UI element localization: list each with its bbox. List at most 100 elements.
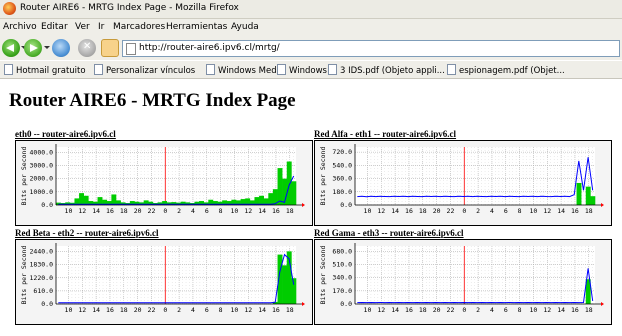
menu-marcadores[interactable]: Marcadores: [113, 22, 165, 32]
graph-frame[interactable]: 10 12 14 16 18 20 22 0 2 4 6 8 10 12 14 16 18 0.0 610.0 122…: [15, 239, 313, 325]
graph-frame[interactable]: 10 12 14 16 18 20 22 0 2 4 6 8 10 12 14 16 18 0.0 180.0 360…: [314, 140, 612, 226]
x-tick-label: 6: [205, 306, 209, 314]
x-tick-label: 12: [244, 306, 252, 314]
x-tick-label: 14: [557, 207, 565, 215]
y-tick-label: 0.0: [340, 201, 352, 209]
x-axis-arrow: [302, 203, 305, 207]
reload-icon[interactable]: [52, 39, 70, 57]
y-tick-label: 0.0: [340, 300, 352, 308]
plot-area: [355, 246, 595, 304]
x-tick-label: 18: [419, 207, 427, 215]
x-tick-label: 2: [476, 207, 480, 215]
bookmark-page-icon: [206, 64, 215, 75]
forward-dropdown-icon[interactable]: [44, 46, 50, 49]
inbound-bar: [259, 195, 264, 205]
bookmark-page-icon: [94, 64, 103, 75]
x-tick-label: 10: [364, 306, 372, 314]
x-tick-label: 14: [391, 207, 399, 215]
x-axis-arrow: [601, 203, 604, 207]
x-tick-label: 20: [433, 207, 441, 215]
menu-herramientas[interactable]: Herramientas: [166, 22, 227, 32]
graph-title-link[interactable]: eth0 -- router-aire6.ipv6.cl: [15, 129, 116, 139]
home-icon[interactable]: [101, 39, 119, 57]
bookmark-item[interactable]: espionagem.pdf (Objet...: [447, 64, 565, 76]
x-tick-label: 18: [419, 306, 427, 314]
x-tick-label: 18: [120, 306, 128, 314]
x-tick-label: 16: [106, 207, 114, 215]
forward-arrow-icon[interactable]: [24, 39, 42, 57]
url-field[interactable]: http://router-aire6.ipv6.cl/mrtg/: [122, 40, 620, 57]
x-tick-label: 8: [219, 306, 223, 314]
x-tick-label: 8: [219, 207, 223, 215]
bookmark-page-icon: [4, 64, 13, 75]
inbound-bar: [83, 195, 89, 205]
x-tick-label: 0: [163, 306, 167, 314]
window-title: Router AIRE6 - MRTG Index Page - Mozilla…: [20, 3, 239, 13]
graph-frame[interactable]: 10 12 14 16 18 20 22 0 2 4 6 8 10 12 14 16 18 0.0 1000.0 20…: [15, 140, 313, 226]
x-tick-label: 14: [557, 306, 565, 314]
x-tick-label: 16: [272, 207, 280, 215]
x-tick-label: 16: [405, 207, 413, 215]
x-tick-label: 22: [148, 207, 156, 215]
plot-area: [56, 246, 296, 304]
x-tick-label: 0: [163, 207, 167, 215]
x-tick-label: 14: [391, 306, 399, 314]
y-axis-label: Bits per Second: [20, 246, 28, 305]
back-arrow-icon[interactable]: [2, 39, 20, 57]
x-tick-label: 12: [377, 306, 385, 314]
inbound-bar: [282, 265, 288, 304]
x-axis-arrow: [601, 302, 604, 306]
y-axis-label: Bits per Second: [20, 147, 28, 206]
inbound-bar: [576, 182, 582, 205]
menu-editar[interactable]: Editar: [41, 22, 68, 32]
menu-ir[interactable]: Ir: [98, 22, 104, 32]
graph-title-link[interactable]: Red Alfa - eth1 -- router-aire6.ipv6.cl: [314, 129, 456, 139]
y-tick-label: 510.0: [332, 261, 352, 269]
bookmark-item[interactable]: Personalizar vínculos: [94, 64, 195, 76]
menu-ayuda[interactable]: Ayuda: [231, 22, 259, 32]
x-tick-label: 0: [462, 207, 466, 215]
bookmark-item[interactable]: 3 IDS.pdf (Objeto appli...: [328, 64, 445, 76]
url-text: http://router-aire6.ipv6.cl/mrtg/: [139, 43, 280, 53]
y-tick-label: 1000.0: [30, 188, 54, 196]
bookmark-item[interactable]: Windows Media: [206, 64, 284, 76]
x-tick-label: 18: [585, 306, 593, 314]
graph-frame[interactable]: 10 12 14 16 18 20 22 0 2 4 6 8 10 12 14 16 18 0.0 170.0 340…: [314, 239, 612, 325]
x-tick-label: 12: [244, 207, 252, 215]
menu-archivo[interactable]: Archivo: [3, 22, 37, 32]
x-tick-label: 10: [65, 207, 73, 215]
x-tick-label: 16: [571, 306, 579, 314]
menu-ver[interactable]: Ver: [75, 22, 90, 32]
y-tick-label: 720.0: [332, 148, 352, 156]
x-tick-label: 14: [92, 207, 100, 215]
firefox-icon: [3, 2, 16, 15]
x-tick-label: 10: [530, 306, 538, 314]
graph-title-link[interactable]: Red Gama - eth3 -- router-aire6.ipv6.cl: [314, 228, 464, 238]
x-tick-label: 8: [518, 306, 522, 314]
x-tick-label: 6: [205, 207, 209, 215]
graph-title-link[interactable]: Red Beta - eth2 -- router-aire6.ipv6.cl: [15, 228, 159, 238]
x-tick-label: 12: [78, 207, 86, 215]
x-tick-label: 14: [92, 306, 100, 314]
x-tick-label: 10: [65, 306, 73, 314]
x-tick-label: 16: [405, 306, 413, 314]
x-tick-label: 4: [490, 207, 494, 215]
inbound-bar: [277, 168, 283, 205]
bookmark-page-icon: [447, 64, 456, 75]
bookmark-item[interactable]: Hotmail gratuito: [4, 64, 86, 76]
traffic-graph: 10 12 14 16 18 20 22 0 2 4 6 8 10 12 14 16 180.0180.0360…: [319, 144, 604, 215]
x-tick-label: 20: [433, 306, 441, 314]
traffic-graph: 10 12 14 16 18 20 22 0 2 4 6 8 10 12 14 16 18 0.0 1000.0 20…: [20, 144, 305, 215]
inbound-bar: [291, 181, 297, 205]
bookmark-item[interactable]: Windows: [277, 64, 327, 76]
y-tick-label: 340.0: [332, 274, 352, 282]
x-tick-label: 4: [191, 207, 195, 215]
page-favicon-icon: [126, 43, 136, 55]
x-tick-label: 6: [504, 306, 508, 314]
x-tick-label: 12: [78, 306, 86, 314]
x-tick-label: 0: [462, 306, 466, 314]
stop-icon[interactable]: [78, 39, 96, 57]
y-tick-label: 3000.0: [30, 161, 54, 169]
y-tick-label: 1830.0: [30, 261, 54, 269]
x-tick-label: 20: [134, 207, 142, 215]
